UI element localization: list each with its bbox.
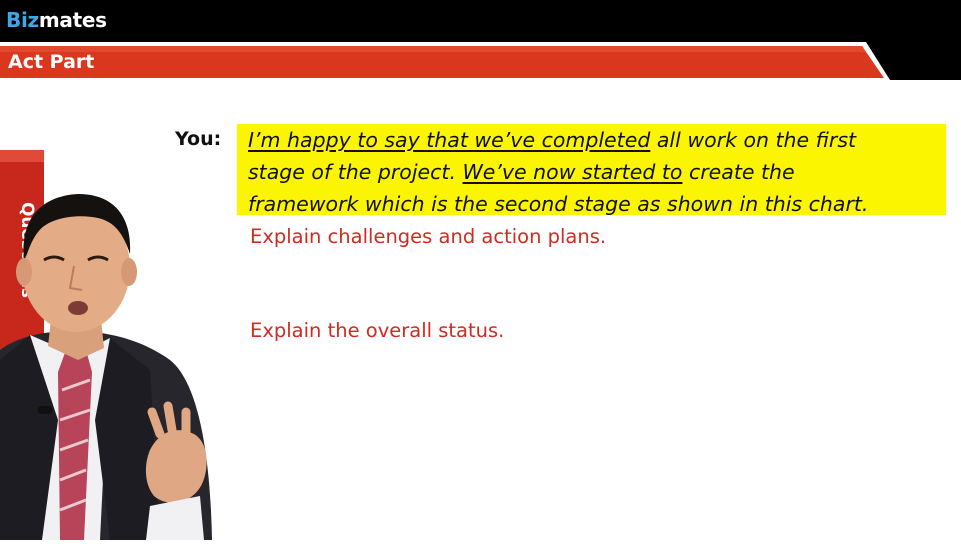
logo-biz-text: Biz bbox=[6, 8, 39, 32]
key-phrase-started: We’ve now started to bbox=[462, 160, 683, 184]
bizmates-logo: Bizmates bbox=[6, 4, 107, 36]
dialogue-line-3: framework which is the second stage as s… bbox=[248, 192, 869, 216]
dialogue-text: I’m happy to say that we’ve completed al… bbox=[248, 124, 938, 220]
logo-mates-text: mates bbox=[38, 8, 107, 32]
instruction-challenges: Explain challenges and action plans. bbox=[250, 225, 607, 248]
section-title: Act Part bbox=[8, 51, 95, 73]
instruction-overall-status: Explain the overall status. bbox=[250, 319, 505, 342]
presenter-video: Questions bbox=[0, 150, 220, 540]
dialogue-line-2: stage of the project. We’ve now started … bbox=[248, 160, 795, 184]
section-banner bbox=[0, 40, 961, 80]
dialogue-line-1: I’m happy to say that we’ve completed al… bbox=[248, 128, 857, 152]
key-phrase-completed: I’m happy to say that we’ve completed bbox=[248, 128, 651, 152]
